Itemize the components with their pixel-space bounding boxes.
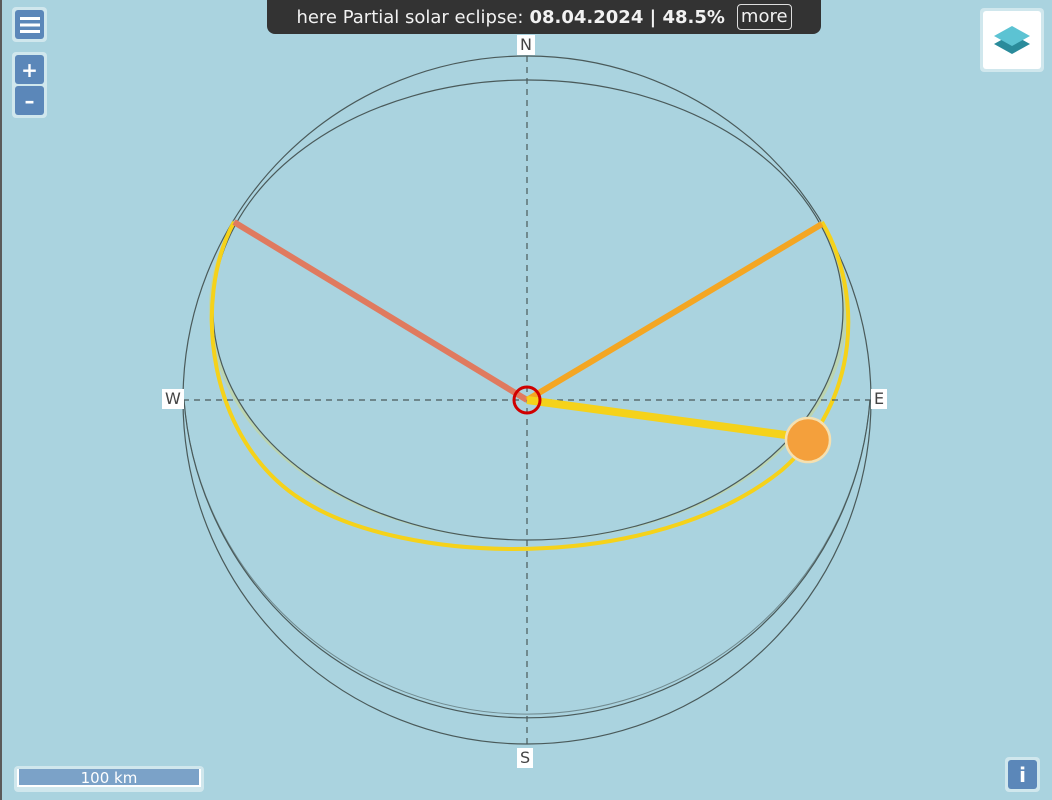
- layers-control: [980, 8, 1044, 72]
- visibility-ellipse: [212, 79, 844, 541]
- eclipse-date-percentage: 08.04.2024 | 48.5%: [529, 6, 725, 28]
- map-view[interactable]: N S E W: [0, 0, 1052, 800]
- sun-marker[interactable]: [784, 416, 832, 464]
- compass-west: W: [162, 389, 184, 409]
- zoom-in-button[interactable]: +: [15, 55, 44, 84]
- scale-bar: 100 km: [17, 769, 201, 787]
- layers-icon: [994, 26, 1030, 54]
- more-button[interactable]: more: [736, 4, 792, 30]
- compass-north: N: [517, 35, 535, 55]
- info-control: i: [1005, 757, 1040, 792]
- eclipse-info-banner: here Partial solar eclipse: 08.04.2024 |…: [267, 0, 821, 34]
- banner-prefix: here Partial solar eclipse:: [296, 6, 524, 28]
- eclipse-diagram: [182, 55, 872, 745]
- zoom-control: + –: [12, 52, 47, 118]
- scale-bar-control: 100 km: [14, 766, 204, 792]
- hamburger-menu-icon: [19, 16, 40, 33]
- compass-east: E: [871, 389, 888, 409]
- compass-south: S: [517, 748, 534, 768]
- menu-button[interactable]: [15, 10, 44, 39]
- layers-button[interactable]: [983, 11, 1041, 69]
- info-button[interactable]: i: [1008, 760, 1037, 789]
- zoom-out-button[interactable]: –: [15, 86, 44, 115]
- menu-control: [12, 7, 47, 42]
